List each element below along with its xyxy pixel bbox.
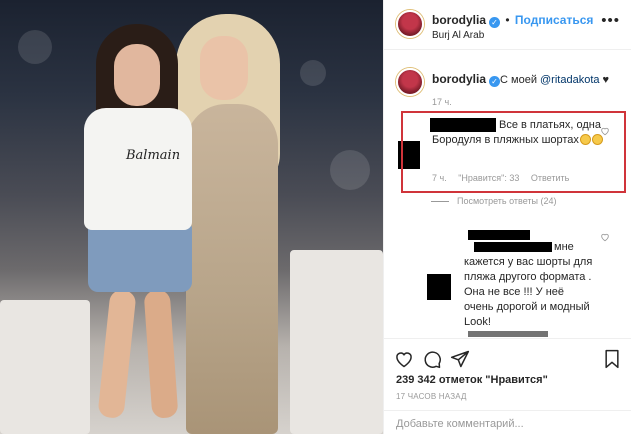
reply-like-heart-icon[interactable] [600,232,610,242]
add-comment-bar [384,410,631,434]
woman-left-leg [143,289,179,419]
likes-count[interactable]: 239 342 отметок "Нравится" [396,374,548,386]
comment-timestamp[interactable]: 7 ч. [432,173,447,183]
shirt-print: Balmain [126,148,181,163]
post-side-panel: borodylia ✓ • Подписаться Burj Al Arab ••… [383,0,631,434]
background-table [0,300,90,434]
separator-dot: • [505,13,510,27]
woman-right-dress [186,104,278,434]
post-action-bar [384,338,631,374]
replies-divider-line [431,201,449,203]
reply-comment-body: мне кажется у вас шорты для пляжа другог… [464,241,593,328]
like-heart-icon[interactable] [394,349,414,369]
share-send-icon[interactable] [450,349,470,369]
verified-badge-icon: ✓ [489,76,501,87]
author-line: borodylia ✓ • Подписаться [432,13,593,28]
comment-likes-count[interactable]: "Нравится": 33 [458,173,519,183]
caption-mention-link[interactable]: @ritadakota [540,74,599,86]
highlighted-comment-meta: 7 ч. "Нравится": 33 Ответить [432,173,578,183]
follow-button[interactable]: Подписаться [515,13,593,27]
grimace-emoji-icon [579,134,591,145]
woman-left-leg [97,288,137,420]
comment-bubble-icon[interactable] [422,349,442,369]
woman-right-face [200,36,248,100]
highlighted-comment-text: Все в платьях, одна Бородуля в пляжных ш… [432,118,604,148]
caption-text-after: ♥ [599,74,610,86]
bokeh-light [300,60,326,86]
posted-time: 17 ЧАСОВ НАЗАД [396,392,467,401]
author-username[interactable]: borodylia [432,13,486,27]
bokeh-light [330,150,370,190]
woman-left-shorts [88,224,192,292]
comment-reply-button[interactable]: Ответить [531,173,569,183]
caption-author-avatar[interactable] [396,68,424,96]
post-photo[interactable]: Balmain [0,0,383,434]
author-avatar[interactable] [396,10,424,38]
caption-timestamp[interactable]: 17 ч. [432,97,452,107]
highlighted-comment-body: Все в платьях, одна Бородуля в пляжных ш… [432,119,601,146]
redacted-next-comment [468,331,548,337]
comment-like-heart-icon[interactable] [600,126,610,136]
reply-comment-text: мне кажется у вас шорты для пляжа другог… [464,240,596,330]
caption-text-before: С моей [500,74,541,86]
view-replies-label: Посмотреть ответы (24) [457,196,557,206]
redacted-avatar [427,274,451,300]
save-bookmark-icon[interactable] [602,349,622,369]
post-header: borodylia ✓ • Подписаться Burj Al Arab ••… [384,0,631,50]
verified-badge-icon: ✓ [489,17,501,28]
post-caption: borodylia ✓ С моей @ritadakota ♥ [432,72,622,87]
view-replies-link[interactable]: Посмотреть ответы (24) [431,196,557,206]
woman-left-shirt [84,108,192,230]
add-comment-input[interactable] [396,415,616,433]
background-table [290,250,383,434]
bokeh-light [18,30,52,64]
caption-username[interactable]: borodylia [432,72,486,86]
redacted-username [468,230,530,240]
post-location[interactable]: Burj Al Arab [432,30,484,41]
woman-left-face [114,44,160,106]
more-horizontal-icon[interactable]: ••• [601,12,620,29]
